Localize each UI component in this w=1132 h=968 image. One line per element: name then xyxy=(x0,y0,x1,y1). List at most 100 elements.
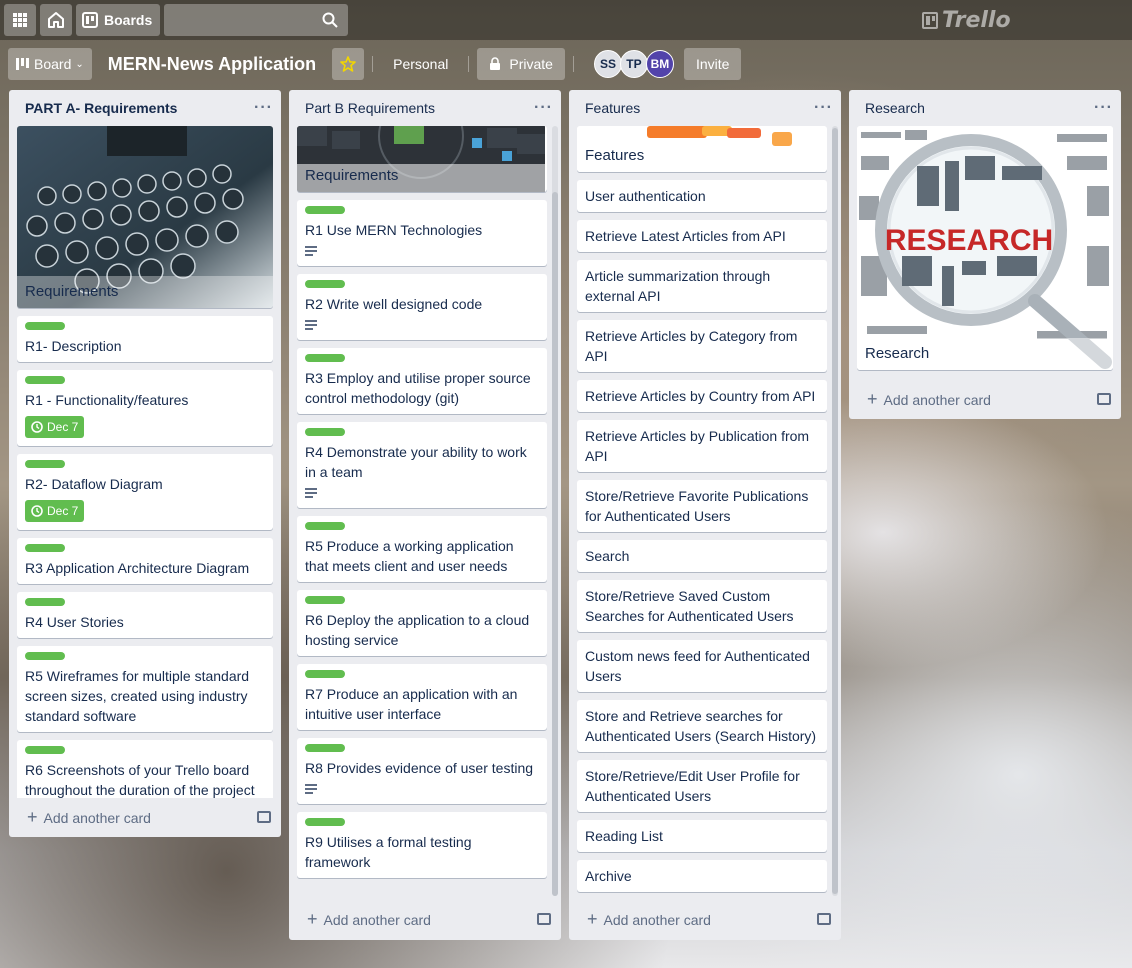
board-view-label: Board xyxy=(34,56,72,72)
list-title[interactable]: Research xyxy=(865,100,925,116)
card-title: Archive xyxy=(585,868,632,884)
list-header[interactable]: Research ··· xyxy=(849,90,1121,126)
card-title: R6 Deploy the application to a cloud hos… xyxy=(305,612,530,648)
add-card-button[interactable]: + Add another card xyxy=(289,900,561,938)
due-date-badge[interactable]: Dec 7 xyxy=(25,500,85,522)
cover-card[interactable]: RESEARCH Research xyxy=(857,126,1113,370)
list-menu-icon[interactable]: ··· xyxy=(254,99,273,117)
list-header[interactable]: Part B Requirements ··· xyxy=(289,90,561,126)
visibility-button[interactable]: Private xyxy=(477,48,565,80)
list-menu-icon[interactable]: ··· xyxy=(1094,99,1113,117)
list-card[interactable]: R3 Employ and utilise proper source cont… xyxy=(297,348,547,414)
green-label[interactable] xyxy=(25,598,65,606)
list-card[interactable]: Retrieve Articles by Publication from AP… xyxy=(577,420,827,472)
apps-button[interactable] xyxy=(4,4,36,36)
list-card[interactable]: R7 Produce an application with an intuit… xyxy=(297,664,547,730)
cover-card[interactable]: Requirements xyxy=(297,126,547,192)
list-card[interactable]: Store/Retrieve/Edit User Profile for Aut… xyxy=(577,760,827,812)
list-card[interactable]: R5 Produce a working application that me… xyxy=(297,516,547,582)
search-input[interactable] xyxy=(164,4,349,36)
card-title: R4 Demonstrate your ability to work in a… xyxy=(305,444,527,480)
green-label[interactable] xyxy=(305,206,345,214)
list-card[interactable]: R1 Use MERN Technologies xyxy=(297,200,547,266)
list-card[interactable]: Retrieve Articles by Country from API xyxy=(577,380,827,412)
list-title[interactable]: Part B Requirements xyxy=(305,100,435,116)
add-card-button[interactable]: + Add another card xyxy=(9,798,281,836)
clock-icon xyxy=(31,505,43,517)
green-label[interactable] xyxy=(25,652,65,660)
avatar[interactable]: BM xyxy=(645,50,674,78)
card-template-icon[interactable] xyxy=(1097,393,1111,405)
list-menu-icon[interactable]: ··· xyxy=(814,99,833,117)
list-card[interactable]: R2- Dataflow Diagram Dec 7 xyxy=(17,454,273,530)
plus-icon: + xyxy=(867,388,878,409)
team-button[interactable]: Personal xyxy=(381,56,460,72)
list-card[interactable]: R6 Screenshots of your Trello board thro… xyxy=(17,740,273,798)
list-card[interactable]: Reading List xyxy=(577,820,827,852)
green-label[interactable] xyxy=(25,544,65,552)
avatar[interactable]: SS xyxy=(593,50,622,78)
cover-card[interactable]: Requirements xyxy=(17,126,273,308)
cover-card[interactable]: Features xyxy=(577,126,827,172)
list-card[interactable]: Store/Retrieve Saved Custom Searches for… xyxy=(577,580,827,632)
green-label[interactable] xyxy=(305,670,345,678)
invite-button[interactable]: Invite xyxy=(683,48,742,80)
board-title[interactable]: MERN-News Application xyxy=(108,54,316,75)
add-card-button[interactable]: + Add another card xyxy=(569,900,841,938)
star-icon xyxy=(340,56,356,72)
board-view-switcher[interactable]: Board ⌄ xyxy=(8,48,92,80)
list-card[interactable]: R6 Deploy the application to a cloud hos… xyxy=(297,590,547,656)
list-card[interactable]: R4 User Stories xyxy=(17,592,273,638)
list-card[interactable]: Custom news feed for Authenticated Users xyxy=(577,640,827,692)
add-card-label: Add another card xyxy=(43,809,151,826)
list-card[interactable]: R5 Wireframes for multiple standard scre… xyxy=(17,646,273,732)
list-card[interactable]: R9 Utilises a formal testing framework xyxy=(297,812,547,878)
green-label[interactable] xyxy=(25,322,65,330)
list-card[interactable]: R2 Write well designed code xyxy=(297,274,547,340)
plus-icon: + xyxy=(27,806,38,827)
green-label[interactable] xyxy=(25,460,65,468)
green-label[interactable] xyxy=(305,818,345,826)
green-label[interactable] xyxy=(305,280,345,288)
card-template-icon[interactable] xyxy=(537,913,551,925)
list-title[interactable]: Features xyxy=(585,100,640,116)
list-title[interactable]: PART A- Requirements xyxy=(25,100,177,116)
green-label[interactable] xyxy=(305,354,345,362)
home-button[interactable] xyxy=(40,4,72,36)
card-template-icon[interactable] xyxy=(817,913,831,925)
list-header[interactable]: PART A- Requirements ··· xyxy=(9,90,281,126)
list-menu-icon[interactable]: ··· xyxy=(534,99,553,117)
add-card-button[interactable]: + Add another card xyxy=(849,380,1121,418)
list-card[interactable]: Retrieve Latest Articles from API xyxy=(577,220,827,252)
list-scrollbar-thumb[interactable] xyxy=(552,192,558,896)
list-card[interactable]: Search xyxy=(577,540,827,572)
green-label[interactable] xyxy=(25,746,65,754)
avatar[interactable]: TP xyxy=(619,50,648,78)
card-template-icon[interactable] xyxy=(257,811,271,823)
divider xyxy=(572,56,574,72)
green-label[interactable] xyxy=(25,376,65,384)
card-title: Retrieve Articles by Category from API xyxy=(585,328,798,364)
list-card[interactable]: R3 Application Architecture Diagram xyxy=(17,538,273,584)
list-card[interactable]: Archive xyxy=(577,860,827,892)
boards-button[interactable]: Boards xyxy=(76,4,161,36)
list-scrollbar-thumb[interactable] xyxy=(832,128,838,894)
list-card[interactable]: Retrieve Articles by Category from API xyxy=(577,320,827,372)
list-card[interactable]: R1- Description xyxy=(17,316,273,362)
green-label[interactable] xyxy=(305,744,345,752)
list-card[interactable]: R4 Demonstrate your ability to work in a… xyxy=(297,422,547,508)
list-card[interactable]: R8 Provides evidence of user testing xyxy=(297,738,547,804)
green-label[interactable] xyxy=(305,596,345,604)
green-label[interactable] xyxy=(305,428,345,436)
due-date-badge[interactable]: Dec 7 xyxy=(25,416,85,438)
list-card[interactable]: Article summarization through external A… xyxy=(577,260,827,312)
list-card[interactable]: User authentication xyxy=(577,180,827,212)
card-title: R2- Dataflow Diagram xyxy=(25,476,163,492)
list-header[interactable]: Features ··· xyxy=(569,90,841,126)
green-label[interactable] xyxy=(305,522,345,530)
list-card[interactable]: Store/Retrieve Favorite Publications for… xyxy=(577,480,827,532)
star-button[interactable] xyxy=(332,48,365,80)
list-card[interactable]: Store and Retrieve searches for Authenti… xyxy=(577,700,827,752)
list-card[interactable]: R1 - Functionality/features Dec 7 xyxy=(17,370,273,446)
trello-logo[interactable]: Trello xyxy=(922,8,1011,33)
